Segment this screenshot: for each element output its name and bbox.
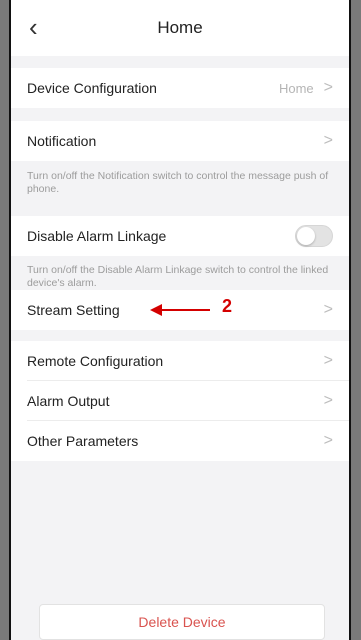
device-configuration-label: Device Configuration	[27, 80, 157, 96]
notification-row[interactable]: Notification >	[11, 121, 349, 161]
page-title: Home	[157, 18, 203, 37]
annotation-arrow-icon	[150, 304, 210, 316]
alarm-output-row[interactable]: Alarm Output >	[11, 381, 349, 421]
phone-screen: ‹ Home Device Configuration Home > Notif…	[9, 0, 351, 640]
delete-device-button[interactable]: Delete Device	[39, 604, 325, 640]
chevron-right-icon: >	[323, 79, 333, 96]
device-configuration-row[interactable]: Device Configuration Home >	[11, 68, 349, 108]
nav-bar: ‹ Home	[11, 0, 349, 56]
disable-alarm-linkage-description: Turn on/off the Disable Alarm Linkage sw…	[27, 264, 329, 289]
notification-description: Turn on/off the Notification switch to c…	[27, 170, 329, 195]
other-parameters-label: Other Parameters	[27, 433, 139, 449]
notification-label: Notification	[27, 133, 97, 149]
disable-alarm-linkage-label: Disable Alarm Linkage	[27, 228, 167, 244]
annotation-number: 2	[222, 296, 233, 316]
chevron-right-icon: >	[323, 432, 333, 449]
chevron-right-icon: >	[323, 352, 333, 369]
disable-alarm-linkage-toggle[interactable]	[295, 225, 333, 247]
chevron-right-icon: >	[323, 132, 333, 149]
toggle-knob	[297, 227, 315, 245]
disable-alarm-linkage-row: Disable Alarm Linkage	[11, 216, 349, 256]
remote-configuration-row[interactable]: Remote Configuration >	[11, 341, 349, 381]
alarm-output-label: Alarm Output	[27, 393, 110, 409]
device-configuration-value: Home	[278, 80, 314, 96]
other-parameters-row[interactable]: Other Parameters >	[11, 421, 349, 461]
chevron-right-icon: >	[323, 392, 333, 409]
chevron-right-icon: >	[323, 301, 333, 318]
remote-configuration-label: Remote Configuration	[27, 353, 164, 369]
